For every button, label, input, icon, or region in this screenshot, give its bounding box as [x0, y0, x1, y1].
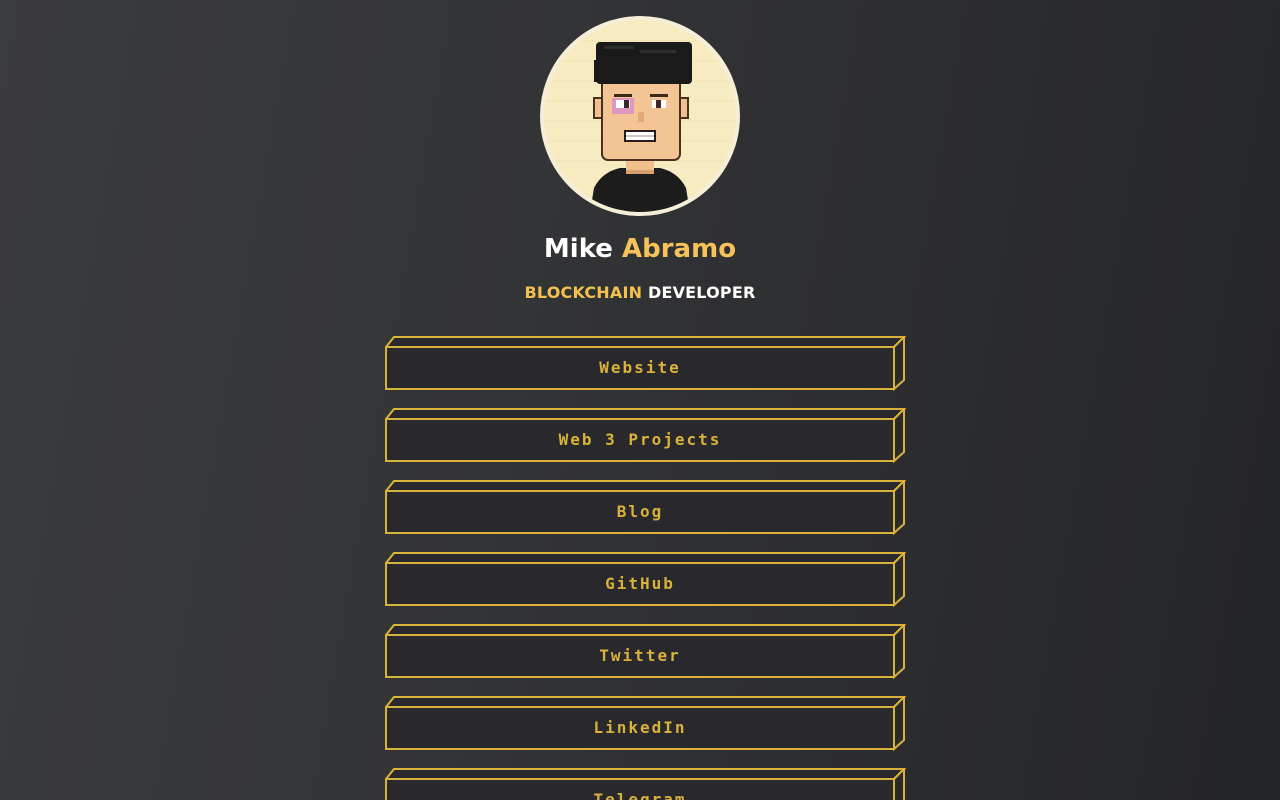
profile-name: Mike Abramo	[0, 232, 1280, 266]
link-button-website[interactable]: Website	[385, 336, 907, 392]
link-label: Twitter	[599, 646, 681, 665]
link-label: Website	[599, 358, 681, 377]
role-highlight: BLOCKCHAIN	[524, 283, 643, 302]
link-button-twitter[interactable]: Twitter	[385, 624, 907, 680]
link-label: LinkedIn	[593, 718, 687, 737]
link-label: GitHub	[605, 574, 675, 593]
first-name: Mike	[543, 234, 613, 264]
link-button-github[interactable]: GitHub	[385, 552, 907, 608]
pixel-avatar-icon	[544, 20, 736, 212]
link-button-telegram[interactable]: Telegram	[385, 768, 907, 800]
link-button-linkedin[interactable]: LinkedIn	[385, 696, 907, 752]
link-label: Web 3 Projects	[558, 430, 722, 449]
link-list: Website Web 3 Projects Blog GitHub Twitter Li…	[385, 336, 907, 800]
link-label: Blog	[616, 502, 664, 521]
link-button-blog[interactable]: Blog	[385, 480, 907, 536]
last-name: Abramo	[622, 234, 737, 264]
role-rest: DEVELOPER	[647, 283, 756, 302]
profile-role: BLOCKCHAIN DEVELOPER	[0, 283, 1280, 303]
link-label: Telegram	[593, 790, 687, 800]
avatar	[540, 16, 740, 216]
link-button-web3-projects[interactable]: Web 3 Projects	[385, 408, 907, 464]
